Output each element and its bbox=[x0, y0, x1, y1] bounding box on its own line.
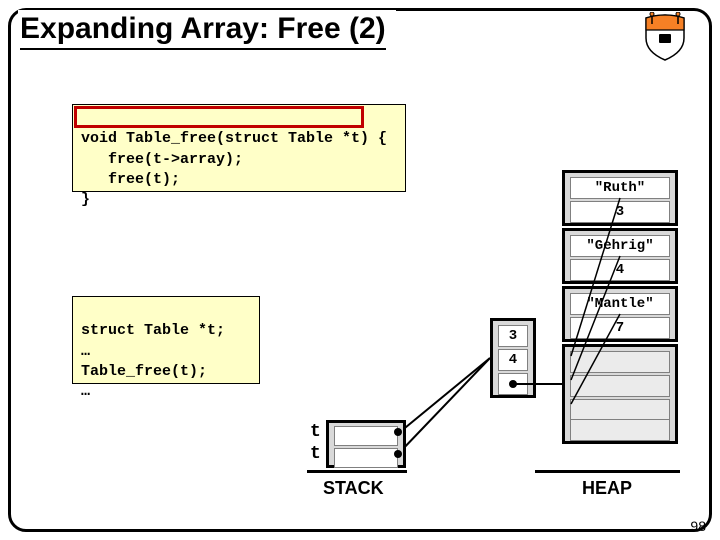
code1-l2: free(t->array); bbox=[81, 151, 243, 168]
slide-number: 98 bbox=[690, 518, 706, 534]
gehrig-name: "Gehrig" bbox=[570, 235, 670, 257]
stack-label-t2: t bbox=[310, 444, 321, 464]
code1-l3: free(t); bbox=[81, 171, 180, 188]
ruth-name: "Ruth" bbox=[570, 177, 670, 199]
code-call-site: struct Table *t; … Table_free(t); … bbox=[72, 296, 260, 384]
ruth-val: 3 bbox=[570, 201, 670, 223]
heap-record-mantle: "Mantle" 7 bbox=[562, 286, 678, 342]
stack-underline bbox=[307, 470, 407, 473]
slide-title: Expanding Array: Free (2) bbox=[18, 10, 396, 56]
code2-l2: … bbox=[81, 343, 90, 360]
red-highlight-free-array bbox=[74, 106, 364, 128]
code2-l1: struct Table *t; bbox=[81, 322, 225, 339]
arr-slot-1 bbox=[570, 375, 670, 397]
stack-frame bbox=[326, 420, 406, 468]
heap-label: HEAP bbox=[582, 478, 632, 499]
heap-record-gehrig: "Gehrig" 4 bbox=[562, 228, 678, 284]
arr-slot-2 bbox=[570, 399, 670, 421]
stack-row-t1 bbox=[334, 426, 398, 446]
stack-t1-dot bbox=[394, 428, 402, 436]
tbl-cnt: 3 bbox=[498, 325, 528, 347]
heap-underline bbox=[535, 470, 680, 473]
arr-slot-0 bbox=[570, 351, 670, 373]
code2-l4: … bbox=[81, 383, 90, 400]
stack-label-t1: t bbox=[310, 422, 321, 442]
code1-l1: void Table_free(struct Table *t) { bbox=[81, 130, 387, 147]
stack-row-t2 bbox=[334, 448, 398, 468]
stack-label: STACK bbox=[323, 478, 384, 499]
code2-l3: Table_free(t); bbox=[81, 363, 207, 380]
mantle-val: 7 bbox=[570, 317, 670, 339]
heap-record-ruth: "Ruth" 3 bbox=[562, 170, 678, 226]
arr-slot-3 bbox=[570, 419, 670, 441]
tbl-array-line bbox=[516, 383, 562, 385]
gehrig-val: 4 bbox=[570, 259, 670, 281]
mantle-name: "Mantle" bbox=[570, 293, 670, 315]
code1-l4: } bbox=[81, 191, 90, 208]
stack-t2-dot bbox=[394, 450, 402, 458]
slide-title-text: Expanding Array: Free (2) bbox=[20, 12, 386, 50]
tbl-cap: 4 bbox=[498, 349, 528, 371]
heap-array-block bbox=[562, 344, 678, 444]
university-shield-icon bbox=[638, 12, 692, 62]
